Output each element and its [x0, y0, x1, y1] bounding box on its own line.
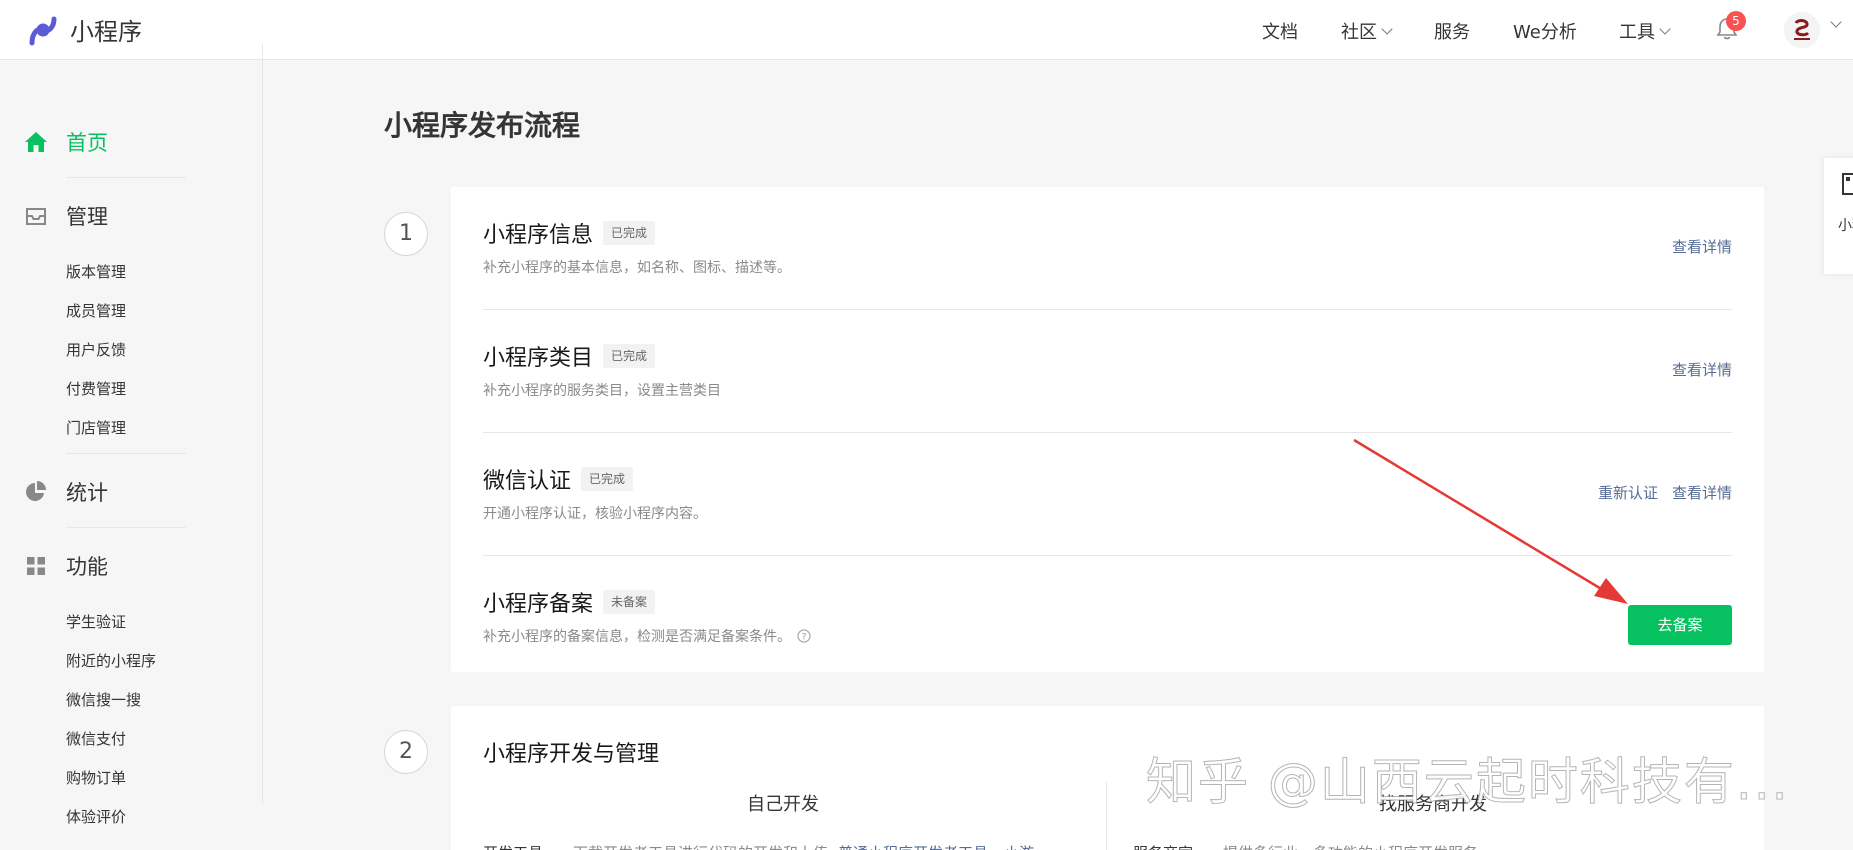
- svg-text:?: ?: [802, 633, 807, 643]
- sidebar-item-student-verify[interactable]: 学生验证: [66, 611, 126, 632]
- nav-tools-label: 工具: [1619, 22, 1655, 43]
- sidebar-item-stores[interactable]: 门店管理: [66, 417, 126, 438]
- step-row-filing: 小程序备案 未备案 补充小程序的备案信息，检测是否满足备案条件。 ? 去备案: [483, 556, 1732, 679]
- publish-steps-card: 小程序信息 已完成 补充小程序的基本信息，如名称、图标、描述等。 查看详情 小程…: [451, 187, 1764, 672]
- game-dev-tools-link[interactable]: 小游: [1004, 842, 1034, 850]
- view-details-link[interactable]: 查看详情: [1672, 482, 1732, 503]
- brand[interactable]: 小程序: [26, 12, 142, 47]
- sidebar-item-home[interactable]: 首页: [24, 127, 108, 157]
- sidebar-item-features[interactable]: 功能: [24, 551, 108, 581]
- divider: [66, 177, 186, 178]
- reverify-link[interactable]: 重新认证: [1598, 482, 1658, 503]
- status-badge: 已完成: [603, 344, 656, 368]
- nav-tools[interactable]: 工具: [1619, 18, 1671, 44]
- nav-docs[interactable]: 文档: [1262, 18, 1298, 44]
- nav-community-label: 社区: [1341, 22, 1377, 43]
- self-develop-heading: 自己开发: [747, 794, 819, 815]
- nav-community[interactable]: 社区: [1341, 18, 1393, 44]
- sidebar-item-label: 功能: [66, 555, 108, 579]
- status-badge: 已完成: [603, 221, 656, 245]
- pie-chart-icon: [26, 481, 46, 501]
- page-title: 小程序发布流程: [384, 109, 581, 142]
- help-icon[interactable]: ?: [797, 629, 811, 643]
- dev-tools-link[interactable]: 普通小程序开发者工具: [838, 842, 988, 850]
- mini-program-logo-icon: [29, 16, 57, 45]
- nav-services-label: 服务: [1434, 22, 1470, 43]
- divider: [1106, 782, 1107, 850]
- step-number: 1: [384, 212, 428, 256]
- divider: [66, 527, 186, 528]
- row-description: 补充小程序的服务类目，设置主营类目: [483, 383, 721, 399]
- sidebar-item-manage[interactable]: 管理: [24, 201, 108, 231]
- assistant-label: 小程助: [1838, 218, 1853, 234]
- step-row-info: 小程序信息 已完成 补充小程序的基本信息，如名称、图标、描述等。 查看详情: [483, 187, 1732, 310]
- section-title: 小程序开发与管理: [483, 742, 660, 767]
- row-description: 下载开发者工具进行代码的开发和上传: [573, 842, 828, 850]
- notification-badge: 5: [1726, 11, 1746, 31]
- nav-we-analytics[interactable]: We分析: [1513, 18, 1577, 44]
- nav-services[interactable]: 服务: [1434, 18, 1470, 44]
- row-title: 微信认证: [483, 469, 572, 494]
- sidebar-item-nearby[interactable]: 附近的小程序: [66, 650, 156, 671]
- sidebar-item-label: 统计: [66, 481, 108, 505]
- sidebar-item-payment[interactable]: 付费管理: [66, 378, 126, 399]
- chevron-down-icon: [1381, 23, 1393, 35]
- assistant-float-panel[interactable]: 小程助: [1824, 158, 1853, 274]
- row-description: 开通小程序认证，核验小程序内容。: [483, 506, 707, 522]
- inbox-icon: [26, 208, 46, 225]
- sidebar-item-wechat-pay[interactable]: 微信支付: [66, 728, 126, 749]
- sidebar-item-stats[interactable]: 统计: [24, 477, 108, 507]
- grid-icon: [27, 557, 45, 575]
- sidebar-item-orders[interactable]: 购物订单: [66, 767, 126, 788]
- home-icon: [25, 132, 47, 152]
- row-title: 小程序备案: [483, 592, 594, 617]
- row-description: 补充小程序的基本信息，如名称、图标、描述等。: [483, 260, 791, 276]
- sidebar-item-version[interactable]: 版本管理: [66, 261, 126, 282]
- sidebar-item-label: 管理: [66, 205, 108, 229]
- row-title: 小程序类目: [483, 346, 594, 371]
- sidebar: 首页 管理 版本管理 成员管理 用户反馈 付费管理 门店管理 统计 功能 学生验…: [0, 61, 262, 850]
- row-description: 提供多行业、多功能的小程序开发服务: [1223, 842, 1478, 850]
- row-label: 服务商家: [1133, 842, 1193, 850]
- step-number: 2: [384, 730, 428, 774]
- sidebar-item-reviews[interactable]: 体验评价: [66, 806, 126, 827]
- dev-tools-row: 开发工具 下载开发者工具进行代码的开发和上传 普通小程序开发者工具 小游: [483, 842, 1034, 850]
- row-title: 小程序信息: [483, 223, 594, 248]
- top-navigation-bar: 小程序 文档 社区 服务 We分析 工具 5: [0, 0, 1853, 60]
- go-filing-button[interactable]: 去备案: [1628, 605, 1732, 645]
- status-badge: 已完成: [581, 467, 634, 491]
- avatar-logo-icon: [1784, 12, 1820, 48]
- chevron-down-icon: [1659, 23, 1671, 35]
- status-badge: 未备案: [603, 590, 656, 614]
- step-row-verification: 微信认证 已完成 开通小程序认证，核验小程序内容。 重新认证 查看详情: [483, 433, 1732, 556]
- watermark: 知乎 @山西云起时科技有...: [1146, 753, 1790, 812]
- divider: [66, 453, 186, 454]
- sidebar-item-search[interactable]: 微信搜一搜: [66, 689, 141, 710]
- sidebar-item-label: 首页: [66, 131, 108, 155]
- row-label: 开发工具: [483, 842, 543, 850]
- sidebar-divider: [262, 44, 263, 804]
- provider-row: 服务商家 提供多行业、多功能的小程序开发服务: [1133, 842, 1478, 850]
- app-name: 小程序: [70, 18, 142, 46]
- row-description: 补充小程序的备案信息，检测是否满足备案条件。: [483, 629, 791, 645]
- nav-docs-label: 文档: [1262, 22, 1298, 43]
- qr-code-icon: [1842, 173, 1853, 195]
- nav-we-analytics-label: We分析: [1513, 22, 1577, 43]
- sidebar-item-members[interactable]: 成员管理: [66, 300, 126, 321]
- view-details-link[interactable]: 查看详情: [1672, 359, 1732, 380]
- view-details-link[interactable]: 查看详情: [1672, 236, 1732, 257]
- chevron-down-icon[interactable]: [1830, 16, 1842, 28]
- sidebar-item-feedback[interactable]: 用户反馈: [66, 339, 126, 360]
- step-row-category: 小程序类目 已完成 补充小程序的服务类目，设置主营类目 查看详情: [483, 310, 1732, 433]
- avatar[interactable]: [1784, 12, 1820, 48]
